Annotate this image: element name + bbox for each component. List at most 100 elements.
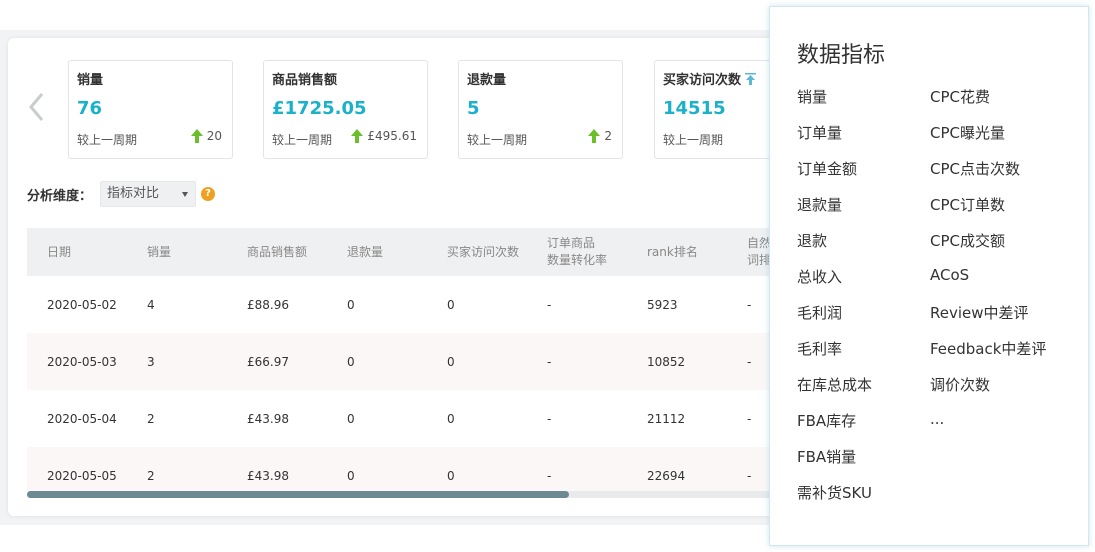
metric-option[interactable]: 调价次数 — [930, 374, 990, 395]
header-conversion: 数量转化率 — [547, 253, 608, 267]
metric-card-sales[interactable]: 销量 76 较上一周期 20 — [68, 60, 233, 159]
metric-delta-value: £495.61 — [367, 129, 417, 143]
metric-option[interactable]: 在库总成本 — [797, 374, 872, 395]
table-row: 2020-05-04 2 £43.98 0 0 - 21112 - — [27, 390, 787, 447]
header-revenue: 商品销售额 — [247, 245, 308, 259]
cell-visits: 0 — [447, 469, 455, 483]
header-rank: rank排名 — [647, 245, 698, 259]
arrow-up-icon — [351, 129, 364, 143]
table-row: 2020-05-02 4 £88.96 0 0 - 5923 - — [27, 276, 787, 333]
chevron-down-icon — [182, 192, 189, 197]
metric-option[interactable]: ACoS — [930, 266, 969, 284]
cell-conversion: - — [547, 412, 552, 426]
cell-rank: 5923 — [647, 298, 678, 312]
metric-option[interactable]: FBA库存 — [797, 410, 856, 431]
cell-date: 2020-05-03 — [47, 355, 117, 369]
metric-option[interactable]: CPC花费 — [930, 86, 990, 107]
dimension-selected: 指标对比 — [107, 186, 160, 201]
cell-revenue: £43.98 — [247, 469, 289, 483]
metric-option[interactable]: 订单量 — [797, 122, 842, 143]
cell-visits: 0 — [447, 412, 455, 426]
cell-refunds: 0 — [347, 469, 355, 483]
header-refunds: 退款量 — [347, 245, 384, 259]
metric-option[interactable]: 退款 — [797, 230, 827, 251]
cell-visits: 0 — [447, 298, 455, 312]
metric-card-refunds[interactable]: 退款量 5 较上一周期 2 — [458, 60, 623, 159]
cell-sales: 2 — [147, 412, 155, 426]
header-keyword-rank: 词排 — [747, 253, 772, 267]
cell-revenue: £66.97 — [247, 355, 289, 369]
cell-rank: 21112 — [647, 412, 686, 426]
data-table: 日期 销量 商品销售额 退款量 买家访问次数 订单商品 数量转化率 rank排名… — [27, 228, 787, 498]
dimension-row: 分析维度： 指标对比 ? — [27, 181, 216, 207]
metric-option[interactable]: Review中差评 — [930, 302, 1029, 323]
metric-option[interactable]: 订单金额 — [797, 158, 857, 179]
metric-label: 商品销售额 — [272, 73, 338, 88]
metric-label: 买家访问次数 — [663, 72, 784, 90]
cell-rank: 10852 — [647, 355, 686, 369]
dimension-select[interactable]: 指标对比 — [100, 181, 197, 207]
cell-conversion: - — [547, 355, 552, 369]
metric-value: 76 — [77, 98, 103, 119]
header-sales: 销量 — [147, 245, 172, 259]
table-header: 日期 销量 商品销售额 退款量 买家访问次数 订单商品 数量转化率 rank排名… — [27, 228, 787, 276]
metrics-popover: 数据指标 销量 订单量 订单金额 退款量 退款 总收入 毛利润 毛利率 在库总成… — [769, 6, 1089, 546]
prev-arrow-button[interactable] — [22, 90, 52, 124]
cell-sales: 4 — [147, 298, 155, 312]
cell-organic: - — [747, 412, 752, 426]
cell-revenue: £43.98 — [247, 412, 289, 426]
question-icon[interactable]: ? — [201, 187, 216, 201]
header-organic: 自然 — [747, 236, 772, 250]
metric-delta: 2 — [588, 129, 612, 143]
cell-organic: - — [747, 355, 752, 369]
metric-option[interactable]: Feedback中差评 — [930, 338, 1046, 359]
cell-organic: - — [747, 469, 752, 483]
cell-date: 2020-05-04 — [47, 412, 117, 426]
metric-option[interactable]: CPC成交额 — [930, 230, 1005, 251]
metric-option[interactable]: CPC曝光量 — [930, 122, 1005, 143]
cell-date: 2020-05-05 — [47, 469, 117, 483]
metric-option[interactable]: 毛利率 — [797, 338, 842, 359]
metric-card-revenue[interactable]: 商品销售额 £1725.05 较上一周期 £495.61 — [263, 60, 428, 159]
metric-delta-value: 20 — [206, 129, 222, 143]
cell-conversion: - — [547, 469, 552, 483]
horizontal-scrollbar-thumb[interactable] — [27, 491, 569, 498]
metric-value: £1725.05 — [272, 98, 367, 119]
cell-sales: 2 — [147, 469, 155, 483]
cell-date: 2020-05-02 — [47, 298, 117, 312]
metric-option[interactable]: 销量 — [797, 86, 827, 107]
metric-option-more[interactable]: ... — [930, 410, 944, 428]
metric-card-visits[interactable]: 买家访问次数 14515 较上一周期 — [654, 60, 784, 159]
table-row: 2020-05-03 3 £66.97 0 0 - 10852 - — [27, 333, 787, 390]
arrow-up-icon — [190, 129, 203, 143]
cell-sales: 3 — [147, 355, 155, 369]
metric-option[interactable]: 毛利润 — [797, 302, 842, 323]
cell-visits: 0 — [447, 355, 455, 369]
metric-compare: 较上一周期 — [663, 133, 724, 147]
cell-refunds: 0 — [347, 355, 355, 369]
metric-option[interactable]: FBA销量 — [797, 446, 856, 467]
cell-refunds: 0 — [347, 412, 355, 426]
cell-refunds: 0 — [347, 298, 355, 312]
metric-label: 销量 — [77, 73, 104, 88]
metric-label: 退款量 — [467, 73, 507, 88]
chevron-left-icon — [29, 93, 44, 121]
metric-value: 5 — [467, 98, 480, 119]
popover-title: 数据指标 — [797, 43, 886, 68]
upload-icon — [745, 73, 757, 85]
metric-option[interactable]: CPC订单数 — [930, 194, 1005, 215]
cell-revenue: £88.96 — [247, 298, 289, 312]
header-order-items: 订单商品 — [547, 236, 596, 250]
metric-option[interactable]: 总收入 — [797, 266, 842, 287]
cell-conversion: - — [547, 298, 552, 312]
metric-compare: 较上一周期 — [467, 133, 528, 147]
metric-option[interactable]: CPC点击次数 — [930, 158, 1020, 179]
metric-option[interactable]: 退款量 — [797, 194, 842, 215]
cell-organic: - — [747, 298, 752, 312]
metric-option[interactable]: 需补货SKU — [797, 482, 872, 503]
metric-value: 14515 — [663, 98, 726, 119]
cell-rank: 22694 — [647, 469, 686, 483]
metric-compare: 较上一周期 — [77, 133, 138, 147]
metric-label-text: 买家访问次数 — [663, 73, 742, 88]
metric-delta-value: 2 — [604, 129, 612, 143]
